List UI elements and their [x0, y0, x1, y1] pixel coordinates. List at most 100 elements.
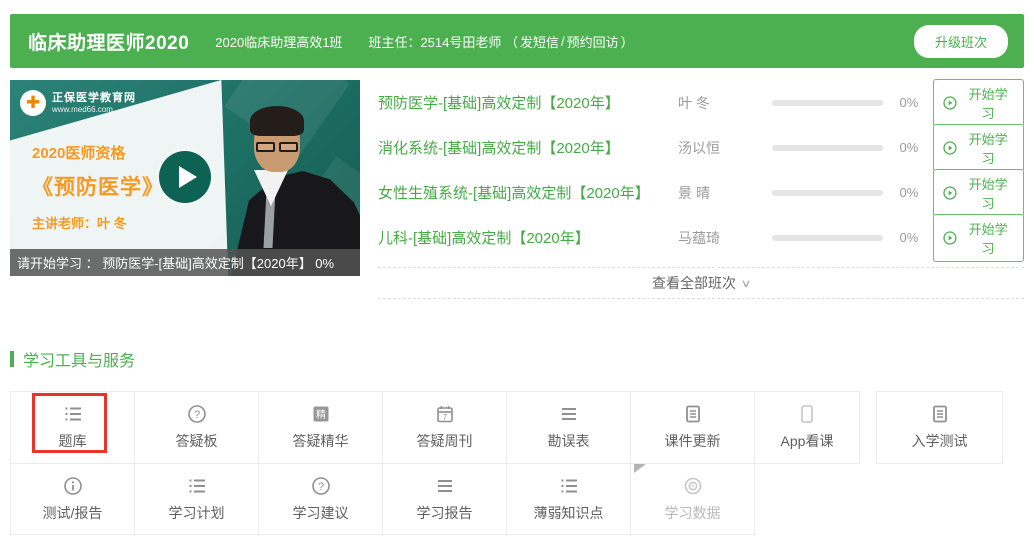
tools-row-1: 题库 ? 答疑板 精 答疑精华 7 答疑周刊 勘误表 课件更新 [10, 391, 1010, 464]
course-title-link[interactable]: 女性生殖系统-[基础]高效定制【2020年】 [378, 182, 678, 203]
section-header: 学习工具与服务 [10, 347, 1024, 371]
tool-weak-points[interactable]: 薄弱知识点 [506, 463, 631, 535]
advisor-suffix: ） [621, 32, 634, 51]
section-title: 学习工具与服务 [23, 347, 135, 371]
video-caption: 请开始学习 ： 预防医学-[基础]高效定制【2020年】 0% [10, 249, 360, 276]
course-row: 女性生殖系统-[基础]高效定制【2020年】 景 晴 0% 开始学习 [378, 170, 1024, 215]
play-icon[interactable] [156, 148, 214, 206]
course-row: 儿科-[基础]高效定制【2020年】 马蕴琦 0% 开始学习 [378, 215, 1024, 260]
callback-link[interactable]: 预约回访 [567, 32, 619, 51]
course-teacher: 汤以恒 [678, 138, 770, 158]
tool-qa-essence[interactable]: 精 答疑精华 [258, 391, 383, 464]
start-learning-button[interactable]: 开始学习 [933, 124, 1024, 172]
video-title-year: 2020医师资格 [32, 142, 164, 163]
list-icon [63, 404, 83, 424]
start-learning-button[interactable]: 开始学习 [933, 79, 1024, 127]
tool-app-viewing[interactable]: App看课 [754, 391, 860, 464]
tool-label: 入学测试 [912, 431, 968, 451]
course-title-link[interactable]: 预防医学-[基础]高效定制【2020年】 [378, 92, 678, 113]
lines-icon [435, 476, 455, 496]
instructor-photo [200, 80, 360, 276]
corner-triangle-marker [634, 464, 646, 473]
tool-errata[interactable]: 勘误表 [506, 391, 631, 464]
svg-text:精: 精 [316, 408, 326, 421]
course-teacher: 景 晴 [678, 183, 770, 203]
brand-logo-block: ✚ 正保医学教育网 www.med66.com [20, 90, 136, 116]
tool-label: 答疑周刊 [417, 431, 473, 451]
class-name: 2020临床助理高效1班 [215, 32, 342, 51]
lines-icon [559, 404, 579, 424]
phone-icon [797, 404, 817, 424]
advisor-label: 班主任：2514号田老师 （ [368, 32, 518, 51]
tools-grid: 题库 ? 答疑板 精 答疑精华 7 答疑周刊 勘误表 课件更新 [10, 391, 1010, 535]
grid-gap [859, 391, 876, 464]
tools-row-2: 测试/报告 学习计划 ? 学习建议 学习报告 薄弱知识点 学习数据 [10, 464, 1010, 535]
course-row: 消化系统-[基础]高效定制【2020年】 汤以恒 0% 开始学习 [378, 125, 1024, 170]
tool-entrance-test[interactable]: 入学测试 [876, 391, 1003, 464]
tool-label: 答疑精华 [293, 431, 349, 451]
course-title-link[interactable]: 消化系统-[基础]高效定制【2020年】 [378, 137, 678, 158]
tool-label: 测试/报告 [43, 503, 103, 523]
course-title-link[interactable]: 儿科-[基础]高效定制【2020年】 [378, 227, 678, 248]
start-learning-button[interactable]: 开始学习 [933, 214, 1024, 262]
send-sms-link[interactable]: 发短信 [520, 32, 559, 51]
document-icon [930, 404, 950, 424]
tool-qa-board[interactable]: ? 答疑板 [134, 391, 259, 464]
svg-text:?: ? [317, 481, 323, 493]
course-progress-bar [772, 235, 883, 241]
course-list: 预防医学-[基础]高效定制【2020年】 叶 冬 0% 开始学习 消化系统-[基… [378, 80, 1024, 299]
tool-label: 学习报告 [417, 503, 473, 523]
course-teacher: 马蕴琦 [678, 228, 770, 248]
tool-label: 学习计划 [169, 503, 225, 523]
info-circle-icon [63, 476, 83, 496]
main-row: ✚ 正保医学教育网 www.med66.com 2020医师资格 《预防医学》 … [10, 80, 1024, 299]
play-circle-icon [943, 96, 957, 110]
document-icon [683, 404, 703, 424]
list-icon [559, 476, 579, 496]
tool-study-data[interactable]: 学习数据 [630, 463, 755, 535]
tool-label: 题库 [59, 431, 87, 451]
tool-question-bank[interactable]: 题库 [10, 391, 135, 464]
section-accent-bar [10, 351, 14, 367]
start-learning-button[interactable]: 开始学习 [933, 169, 1024, 217]
tool-qa-weekly[interactable]: 7 答疑周刊 [382, 391, 507, 464]
course-progress-bar [772, 190, 883, 196]
course-progress-bar [772, 100, 883, 106]
calendar-icon: 7 [435, 404, 455, 424]
tool-courseware-update[interactable]: 课件更新 [630, 391, 755, 464]
chevron-down-icon: ∨ [740, 277, 751, 290]
course-progress-label: 0% [899, 140, 933, 155]
svg-text:7: 7 [442, 413, 447, 422]
tool-study-advice[interactable]: ? 学习建议 [258, 463, 383, 535]
tool-label: 学习数据 [665, 503, 721, 523]
tool-label: 课件更新 [665, 431, 721, 451]
essence-badge-icon: 精 [311, 404, 331, 424]
tool-label: 勘误表 [548, 431, 590, 451]
page-title: 临床助理医师2020 [28, 28, 189, 55]
play-circle-icon [943, 186, 957, 200]
tool-test-report[interactable]: 测试/报告 [10, 463, 135, 535]
link-divider: / [561, 34, 565, 49]
upgrade-class-button[interactable]: 升级班次 [914, 25, 1008, 58]
tool-label: App看课 [781, 431, 834, 451]
video-title-subject: 《预防医学》 [32, 171, 164, 201]
video-teacher-line: 主讲老师：叶 冬 [32, 213, 164, 232]
tool-label: 答疑板 [176, 431, 218, 451]
question-circle-icon: ? [311, 476, 331, 496]
view-all-classes-link[interactable]: 查看全部班次 ∨ [378, 267, 1024, 299]
page: 临床助理医师2020 2020临床助理高效1班 班主任：2514号田老师 （ 发… [10, 14, 1024, 535]
course-row: 预防医学-[基础]高效定制【2020年】 叶 冬 0% 开始学习 [378, 80, 1024, 125]
question-circle-icon: ? [187, 404, 207, 424]
tool-study-plan[interactable]: 学习计划 [134, 463, 259, 535]
tool-study-report[interactable]: 学习报告 [382, 463, 507, 535]
list-icon [187, 476, 207, 496]
target-icon [683, 476, 703, 496]
play-circle-icon [943, 231, 957, 245]
course-progress-bar [772, 145, 883, 151]
course-teacher: 叶 冬 [678, 93, 770, 113]
brand-name: 正保医学教育网 [52, 92, 136, 105]
class-banner: 临床助理医师2020 2020临床助理高效1班 班主任：2514号田老师 （ 发… [10, 14, 1024, 68]
brand-url: www.med66.com [52, 105, 136, 114]
course-video-thumbnail[interactable]: ✚ 正保医学教育网 www.med66.com 2020医师资格 《预防医学》 … [10, 80, 360, 276]
svg-text:?: ? [193, 409, 199, 421]
